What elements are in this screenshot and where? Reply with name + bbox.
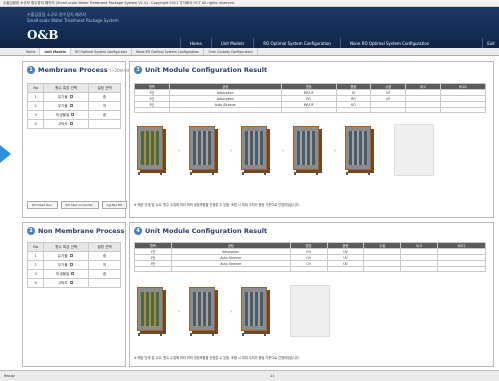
app-header: 수출입광장 소규모 정수장치 패키지 Small-scale Water Tre… [0, 7, 499, 50]
tab-home[interactable]: Home [22, 48, 41, 55]
checkbox[interactable] [69, 95, 73, 98]
ro-skid-model-button[interactable]: RO Skid model No. [60, 201, 99, 209]
status-bar: Ready 11 [0, 370, 499, 381]
membrane-title-text: Membrane Process [38, 66, 108, 74]
tab-ro-optimal[interactable]: RO Optimal System Configurator [71, 48, 133, 55]
unit-images-row-1: › › › › [134, 124, 434, 176]
empty-module-slot [394, 124, 434, 176]
checkbox[interactable] [71, 113, 75, 116]
checkbox[interactable] [69, 281, 73, 284]
col-water-quality: 원수 특성 선택 [43, 83, 90, 93]
non-membrane-title-text: Non Membrane Process [38, 227, 125, 235]
result2-table: 항목 공정 명칭 용량 수량 비고 비고2 1단 Adsorption CH UV 2단 Auto … [134, 242, 486, 272]
non-membrane-table: No 원수 특성 선택 설정 선택 1 유기물 중 2 무기물 저 3 미생물질 중 4 고탁도 [26, 242, 121, 288]
table-row: 3 미생물질 중 [26, 269, 121, 279]
membrane-table: No 원수 특성 선택 설정 선택 1 유기물 중 2 무기물 저 3 미생물질 중 4 고탁도 [26, 83, 121, 129]
table-row: 4 고탁도 [26, 119, 121, 129]
membrane-process-panel: 1 Membrane Process (~20m³/d) No 원수 특성 선택 설… [22, 61, 131, 218]
result1-table: 항목 공정 명칭 용량 수량 비고 비고2 1단 Adsorption MF/UF IO UF 2단… [134, 83, 487, 113]
tab-none-ro-optimal[interactable]: None RO Optimal System Configuration [132, 48, 205, 55]
non-membrane-process-panel: 2 Non Membrane Process No 원수 특성 선택 설정 선택 1… [22, 222, 126, 367]
step-number-icon: 4 [134, 227, 142, 235]
step-number-icon: 3 [134, 66, 142, 74]
empty-module-slot [290, 285, 330, 337]
result2-title-text: Unit Module Configuration Result [145, 227, 268, 235]
unit-module-image[interactable] [238, 285, 272, 337]
table-row [134, 107, 487, 113]
unit-module-image[interactable] [342, 124, 376, 176]
unit-module-image[interactable]: › [238, 124, 284, 176]
checkbox[interactable] [69, 104, 73, 107]
result-panel-1: 3 Unit Module Configuration Result 항목 공정 명… [129, 61, 494, 218]
col-no: No [26, 83, 45, 93]
unit-module-image[interactable]: › [186, 124, 232, 176]
checkbox[interactable] [69, 254, 73, 257]
header-english-title: Small-scale Water Treatment Package Syst… [27, 18, 119, 23]
result1-title-text: Unit Module Configuration Result [145, 66, 268, 74]
col-setting: 설정 선택 [88, 83, 121, 93]
table-row: 1 유기물 중 [26, 251, 121, 261]
unit-images-row-2: › › [134, 285, 330, 337]
membrane-capacity: (~20m³/d) [109, 67, 131, 73]
status-mid: 11 [270, 374, 275, 378]
result-panel-2: 4 Unit Module Configuration Result 항목 공정 명… [129, 222, 494, 367]
table-row: 4 고탁도 [26, 278, 121, 288]
result2-title: 4 Unit Module Configuration Result [134, 227, 267, 235]
checkbox[interactable] [69, 122, 73, 125]
unit-module-image[interactable]: › [186, 285, 232, 337]
app-logo: O&B [27, 28, 59, 42]
membrane-buttons: RO Head Rev. RO Skid model No. Agrfter R… [27, 201, 128, 209]
ro-head-rev-button[interactable]: RO Head Rev. [27, 201, 58, 209]
unit-module-image[interactable]: › [290, 124, 336, 176]
table-row [134, 266, 486, 272]
status-text: Ready [4, 374, 15, 378]
unit-module-image[interactable]: › [134, 285, 180, 337]
tab-bar: Home Unit Models RO Optimal System Confi… [0, 48, 499, 56]
result1-title: 3 Unit Module Configuration Result [134, 66, 267, 74]
after-ro-button[interactable]: Agrfter RO [101, 201, 128, 209]
table-row: 2 무기물 저 [26, 101, 121, 111]
checkbox[interactable] [69, 263, 73, 266]
checkbox[interactable] [71, 272, 75, 275]
result2-note: ※ 해당 단계 및 수요, 원수 수질에 따라 최적 공정조합을 선정할 수 있… [134, 356, 300, 360]
side-arrow-icon [0, 145, 11, 163]
step-number-icon: 1 [27, 66, 35, 74]
window-titlebar: 수출입광장 소규모 정수장치 패키지 (Small-scale Water Tr… [0, 0, 499, 7]
non-membrane-title: 2 Non Membrane Process [27, 227, 124, 235]
tab-unit-models[interactable]: Unit Models [40, 48, 71, 55]
app-window: 수출입광장 소규모 정수장치 패키지 (Small-scale Water Tr… [0, 0, 499, 381]
result1-note: ※ 해당 단계 및 수요, 원수 수질에 따라 최적 공정조합을 선정할 수 있… [134, 203, 300, 207]
table-row: 3 미생물질 중 [26, 110, 121, 120]
tab-over-custody[interactable]: Over Custody Configuration [204, 48, 258, 55]
table-row: 2 무기물 저 [26, 260, 121, 270]
membrane-title: 1 Membrane Process (~20m³/d) [27, 66, 131, 74]
unit-module-image[interactable]: › [134, 124, 180, 176]
table-row: 1 유기물 중 [26, 92, 121, 102]
step-number-icon: 2 [27, 227, 35, 235]
